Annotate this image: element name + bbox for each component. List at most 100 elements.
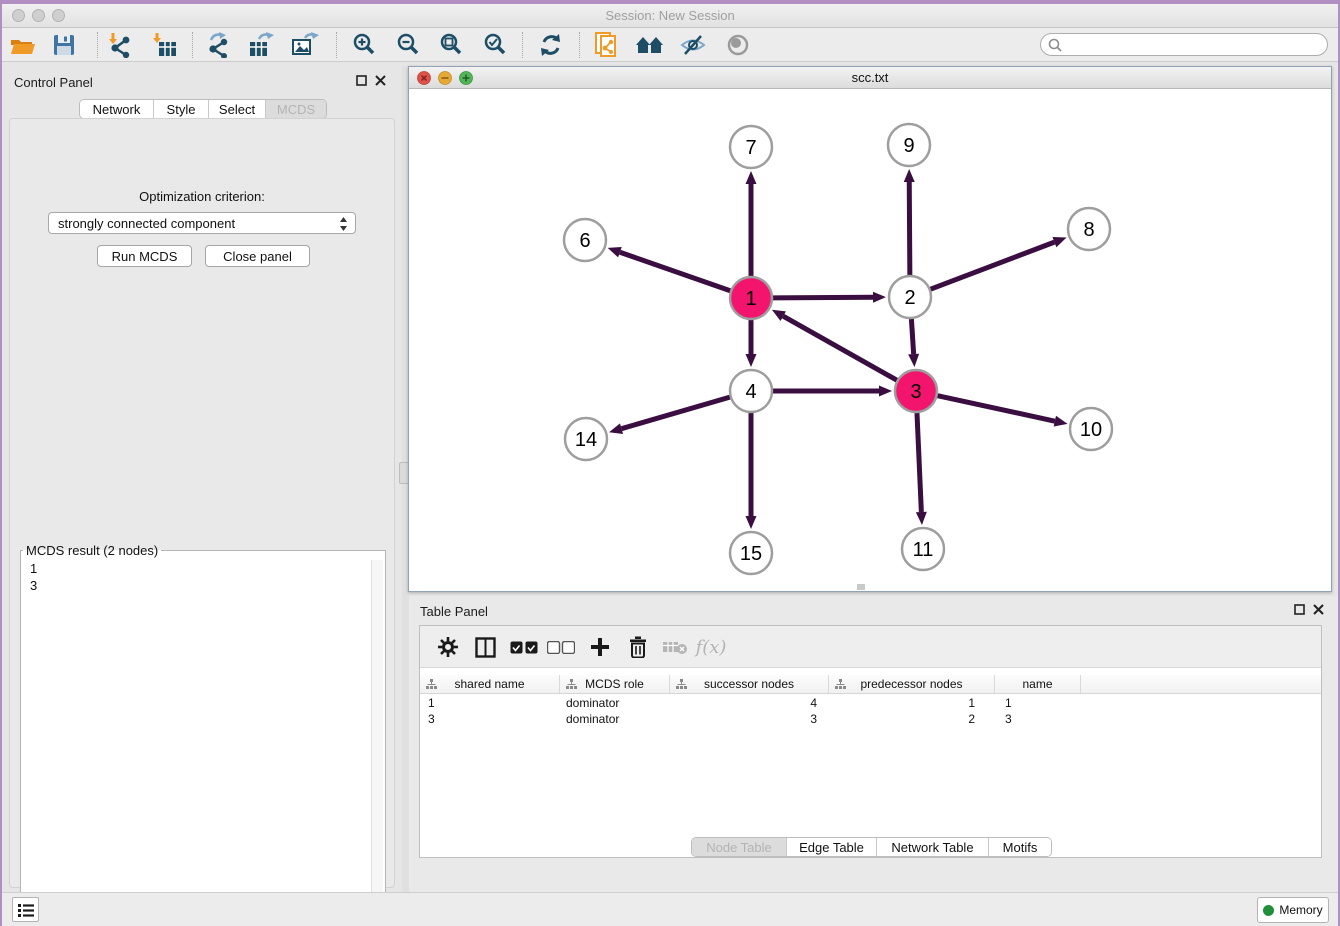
cell-name[interactable]: 1 <box>995 695 1081 711</box>
graph-node-9[interactable]: 9 <box>888 124 930 166</box>
column-header-successor-nodes[interactable]: successor nodes <box>670 675 829 693</box>
export-image-button[interactable] <box>288 30 322 60</box>
zoom-out-button[interactable] <box>391 30 425 60</box>
toolbar-separator <box>336 32 337 58</box>
save-session-button[interactable] <box>47 30 81 60</box>
graph-edge-4-14[interactable] <box>609 397 730 434</box>
graph-node-8[interactable]: 8 <box>1068 208 1110 250</box>
cell-predecessor-nodes[interactable]: 1 <box>829 695 995 711</box>
graph-edge-1-7[interactable] <box>746 171 757 276</box>
cell-successor-nodes[interactable]: 4 <box>670 695 829 711</box>
table-row[interactable]: 3 dominator 3 2 3 <box>420 711 1321 727</box>
graph-node-7[interactable]: 7 <box>730 126 772 168</box>
deselect-all-button[interactable] <box>545 632 577 662</box>
cell-mcds-role[interactable]: dominator <box>560 695 670 711</box>
graph-edge-2-8[interactable] <box>931 237 1067 289</box>
select-all-button[interactable] <box>508 632 540 662</box>
window-title: Session: New Session <box>2 8 1338 23</box>
status-bar: Memory <box>2 892 1338 926</box>
network-window-titlebar: scc.txt <box>409 67 1331 89</box>
export-table-button[interactable] <box>244 30 278 60</box>
canvas-scroll-grip[interactable] <box>857 584 865 590</box>
graph-edge-1-6[interactable] <box>608 247 731 291</box>
tab-network-table[interactable]: Network Table <box>877 838 989 856</box>
cell-shared-name[interactable]: 1 <box>420 695 560 711</box>
result-scrollbar[interactable] <box>371 560 383 912</box>
network-file-icon <box>594 31 620 59</box>
search-input[interactable] <box>1063 37 1313 52</box>
tab-select[interactable]: Select <box>209 100 266 118</box>
graph-node-6[interactable]: 6 <box>564 219 606 261</box>
tab-label: Select <box>219 102 255 117</box>
cell-shared-name[interactable]: 3 <box>420 711 560 727</box>
close-panel-icon[interactable] <box>1313 604 1324 615</box>
column-type-icon <box>566 679 577 690</box>
table-settings-button[interactable] <box>432 632 464 662</box>
tab-motifs[interactable]: Motifs <box>989 838 1051 856</box>
graph-edge-3-1[interactable] <box>772 310 897 380</box>
graph-node-2[interactable]: 2 <box>889 276 931 318</box>
graph-node-11[interactable]: 11 <box>902 528 944 570</box>
svg-text:14: 14 <box>575 429 597 451</box>
run-mcds-button[interactable]: Run MCDS <box>97 245 192 267</box>
export-network-button[interactable] <box>201 30 235 60</box>
show-columns-button[interactable] <box>469 632 501 662</box>
column-header-name[interactable]: name <box>995 675 1081 693</box>
tab-mcds[interactable]: MCDS <box>266 100 326 118</box>
graph-edge-4-3[interactable] <box>773 386 892 397</box>
column-header-predecessor-nodes[interactable]: predecessor nodes <box>829 675 995 693</box>
tab-edge-table[interactable]: Edge Table <box>787 838 877 856</box>
zoom-fit-icon <box>438 32 464 58</box>
table-row[interactable]: 1 dominator 4 1 1 <box>420 695 1321 711</box>
graph-edge-4-15[interactable] <box>746 413 757 529</box>
create-column-button[interactable] <box>584 632 616 662</box>
cell-name[interactable]: 3 <box>995 711 1081 727</box>
graph-node-15[interactable]: 15 <box>730 532 772 574</box>
delete-column-button[interactable] <box>622 632 654 662</box>
graph-edge-1-4[interactable] <box>746 320 757 367</box>
float-panel-icon[interactable] <box>1294 604 1305 615</box>
graph-edge-2-9[interactable] <box>904 169 915 275</box>
graph-edge-3-10[interactable] <box>937 396 1067 427</box>
mcds-result-text[interactable]: 1 3 <box>23 560 383 912</box>
import-network-button[interactable] <box>103 30 137 60</box>
cell-successor-nodes[interactable]: 3 <box>670 711 829 727</box>
zoom-fit-button[interactable] <box>434 30 468 60</box>
tab-network[interactable]: Network <box>80 100 154 118</box>
refresh-view-button[interactable] <box>534 30 568 60</box>
zoom-in-button[interactable] <box>347 30 381 60</box>
cell-predecessor-nodes[interactable]: 2 <box>829 711 995 727</box>
criterion-dropdown[interactable]: strongly connected component <box>48 212 356 234</box>
graph-edge-3-11[interactable] <box>916 413 927 525</box>
tab-node-table[interactable]: Node Table <box>692 838 787 856</box>
tab-label: MCDS <box>277 102 315 117</box>
graph-node-1[interactable]: 1 <box>730 277 772 319</box>
graph-edge-2-3[interactable] <box>908 319 919 367</box>
function-builder-button[interactable]: f(x) <box>695 632 727 662</box>
graph-node-10[interactable]: 10 <box>1070 408 1112 450</box>
import-table-button[interactable] <box>148 30 182 60</box>
memory-button[interactable]: Memory <box>1257 897 1329 923</box>
home-view-button[interactable] <box>633 30 667 60</box>
open-session-button[interactable] <box>5 30 39 60</box>
zoom-selected-button[interactable] <box>478 30 512 60</box>
control-panel: Control Panel Network Style Select MCDS … <box>2 66 402 894</box>
network-canvas[interactable]: 7 9 6 8 1 2 4 3 14 10 15 11 <box>409 89 1331 591</box>
cell-mcds-role[interactable]: dominator <box>560 711 670 727</box>
unchecked-boxes-icon <box>547 641 575 654</box>
graph-edge-1-2[interactable] <box>773 292 886 303</box>
graph-node-4[interactable]: 4 <box>730 370 772 412</box>
close-panel-icon[interactable] <box>375 75 386 86</box>
delete-table-button[interactable] <box>659 632 691 662</box>
close-panel-button[interactable]: Close panel <box>205 245 310 267</box>
graph-node-14[interactable]: 14 <box>565 418 607 460</box>
column-header-shared-name[interactable]: shared name <box>420 675 560 693</box>
new-network-from-file-button[interactable] <box>590 30 624 60</box>
tab-style[interactable]: Style <box>154 100 209 118</box>
hide-panel-button[interactable] <box>676 30 710 60</box>
graph-node-3[interactable]: 3 <box>895 370 937 412</box>
show-panel-button[interactable] <box>721 30 755 60</box>
column-header-mcds-role[interactable]: MCDS role <box>560 675 670 693</box>
task-history-button[interactable] <box>12 897 39 922</box>
float-panel-icon[interactable] <box>356 75 367 86</box>
